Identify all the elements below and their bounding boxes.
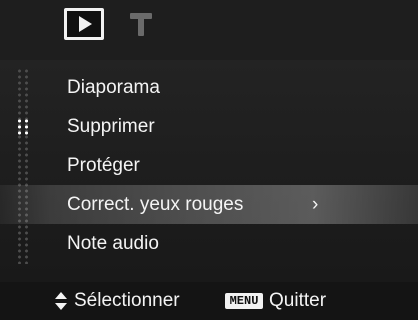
setup-hammer-icon[interactable] [128,10,154,38]
menu-item-correct-yeux-rouges[interactable]: Correct. yeux rouges › [0,185,418,224]
mode-tab-bar [0,0,418,60]
menu-item-label: Protéger [67,155,140,176]
menu-item-label: Note audio [67,233,159,254]
menu-item-label: Diaporama [67,77,160,98]
playback-menu: Diaporama Supprimer Protéger Correct. ye… [0,68,418,263]
quit-hint-label: Quitter [269,290,327,311]
submenu-arrow-icon: › [312,194,319,215]
up-down-arrows-icon [55,292,67,310]
menu-item-diaporama[interactable]: Diaporama [0,68,418,107]
menu-item-label: Correct. yeux rouges [67,194,244,215]
menu-item-supprimer[interactable]: Supprimer [0,107,418,146]
playback-icon [78,16,92,32]
menu-item-label: Supprimer [67,116,155,137]
menu-key-icon: MENU [225,293,263,309]
playback-tab[interactable] [64,8,104,40]
select-hint-label: Sélectionner [74,290,180,311]
button-guide-bar: Sélectionner MENU Quitter [0,282,418,320]
menu-item-note-audio[interactable]: Note audio [0,224,418,263]
camera-menu-screen: Diaporama Supprimer Protéger Correct. ye… [0,0,418,320]
menu-item-proteger[interactable]: Protéger [0,146,418,185]
